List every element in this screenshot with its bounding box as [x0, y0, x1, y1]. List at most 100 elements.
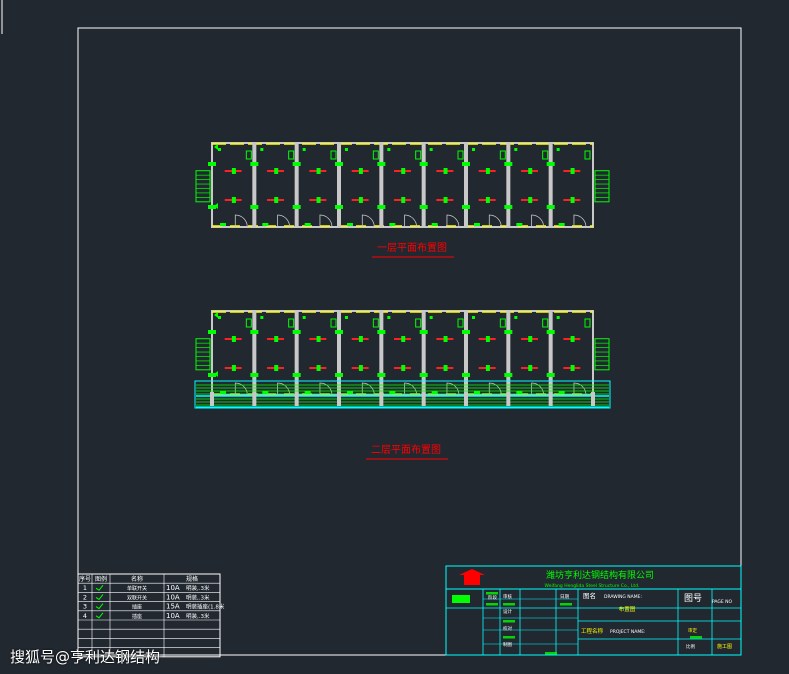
- partition-wall: [548, 311, 553, 395]
- light-center: [358, 365, 363, 371]
- wall-marker: [377, 373, 386, 377]
- window-marker: [347, 391, 353, 394]
- text-filler-mark: [560, 603, 572, 606]
- light-center: [528, 197, 533, 203]
- legend-header: 名称: [131, 575, 143, 583]
- switch-symbol: [302, 316, 306, 319]
- window-marker: [431, 391, 438, 394]
- drawing-name-en: DRAWING NAME:: [604, 594, 642, 600]
- project-en: PROJECT NAME:: [610, 629, 646, 635]
- wall-marker: [504, 330, 513, 334]
- legend-row-number: 4: [83, 612, 87, 620]
- light-center: [358, 168, 363, 174]
- partition-wall: [464, 311, 468, 395]
- check-label: 校对: [503, 625, 512, 632]
- text-filler-mark: [486, 592, 498, 595]
- partition-wall: [252, 311, 257, 395]
- light-center: [443, 168, 448, 174]
- floor1-plan-title: 一层平面布置图: [377, 242, 447, 254]
- corridor-post: [294, 392, 299, 406]
- text-filler-mark: [690, 636, 702, 639]
- wall-marker: [462, 373, 470, 377]
- legend-spec-note: 明装插座(1.8米: [186, 603, 225, 611]
- legend-spec-value: 10A: [166, 584, 180, 592]
- light-center: [231, 336, 236, 342]
- switch-symbol: [472, 148, 475, 151]
- date-label: 日期: [560, 594, 569, 600]
- corridor-post: [591, 392, 595, 406]
- wall-marker: [250, 162, 259, 166]
- legend-spec-value: 10A: [166, 612, 180, 620]
- legend-name: 单联开关: [127, 585, 147, 592]
- light-center: [231, 197, 236, 203]
- wall-marker: [546, 162, 555, 166]
- legend-name: 双联开关: [127, 594, 147, 601]
- corridor-post: [252, 392, 257, 406]
- wall-marker: [419, 373, 428, 377]
- approve-label: 审定: [688, 627, 697, 634]
- light-center: [485, 336, 490, 342]
- wall-marker: [419, 205, 428, 209]
- partition-wall: [252, 143, 257, 227]
- switch-symbol: [429, 148, 433, 151]
- partition-wall: [421, 311, 426, 395]
- wall-marker: [250, 373, 259, 377]
- switch-symbol: [345, 148, 348, 151]
- partition-wall: [337, 143, 341, 227]
- switch-symbol: [260, 148, 264, 151]
- switch-symbol: [302, 148, 306, 151]
- legend-row-number: 1: [83, 584, 87, 592]
- light-center: [570, 197, 575, 203]
- window-marker: [220, 391, 226, 394]
- switch-symbol: [514, 148, 518, 151]
- light-center: [401, 336, 406, 342]
- light-center: [528, 168, 533, 174]
- window-marker: [262, 391, 269, 394]
- wall-marker: [504, 205, 513, 209]
- switch-symbol: [514, 316, 518, 319]
- corridor-post: [464, 392, 468, 406]
- light-center: [274, 336, 279, 342]
- window-marker: [431, 223, 438, 226]
- corridor-post: [548, 392, 553, 406]
- wall-marker: [377, 162, 386, 166]
- drawing-number-en: PAGE NO: [712, 599, 733, 605]
- light-center: [401, 168, 406, 174]
- light-center: [274, 197, 279, 203]
- company-name-en: Weifang Henglida Steel Structure Co., Lt…: [545, 583, 640, 589]
- scale-label: 比例: [686, 643, 695, 650]
- switch-symbol: [387, 316, 391, 319]
- wall-marker: [335, 162, 343, 166]
- wall-marker: [292, 205, 301, 209]
- wall-marker: [250, 205, 259, 209]
- legend-header: 序号: [79, 575, 91, 583]
- light-center: [485, 197, 490, 203]
- text-filler-mark: [503, 636, 515, 639]
- switch-symbol: [429, 316, 433, 319]
- legend-row-number: 2: [83, 593, 87, 601]
- light-center: [401, 365, 406, 371]
- switch-symbol: [556, 316, 560, 319]
- wall-marker: [250, 330, 259, 334]
- light-center: [274, 168, 279, 174]
- wall-marker: [292, 330, 301, 334]
- floor2-plan-title: 二层平面布置图: [371, 444, 441, 456]
- window-marker: [516, 391, 523, 394]
- wall-marker: [462, 330, 470, 334]
- partition-wall: [506, 143, 511, 227]
- partition-wall: [294, 311, 299, 395]
- switch-symbol: [387, 148, 391, 151]
- text-filler-mark: [545, 652, 557, 655]
- stage-stamp: [452, 595, 470, 603]
- wall-marker: [292, 373, 301, 377]
- switch-symbol: [472, 316, 475, 319]
- window-marker: [262, 223, 269, 226]
- wall-marker: [462, 205, 470, 209]
- partition-wall: [379, 311, 384, 395]
- legend-spec-note: 明装,.3米: [186, 584, 210, 592]
- corridor-post: [379, 392, 384, 406]
- wall-marker: [377, 205, 386, 209]
- legend-spec-note: 明装,.3米: [186, 612, 210, 620]
- text-filler-mark: [503, 620, 515, 623]
- wall-marker: [546, 373, 555, 377]
